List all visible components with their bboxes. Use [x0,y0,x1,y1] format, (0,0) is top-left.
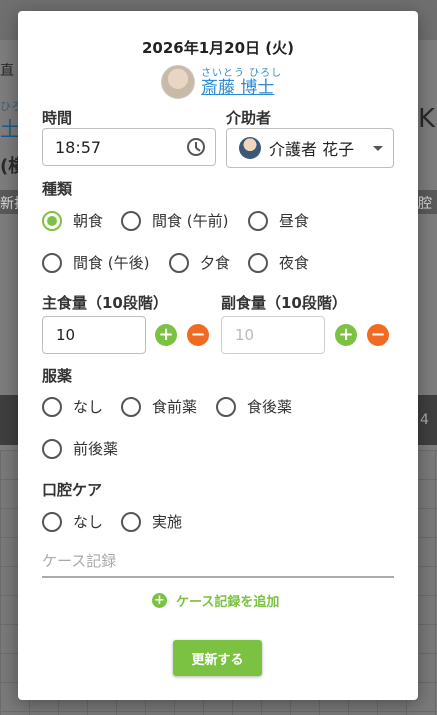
radio-icon [121,511,141,532]
oral-care-option-done[interactable]: 実施 [121,511,182,532]
time-input[interactable]: 18:57 [42,128,216,166]
add-case-record-label: ケース記録を追加 [176,595,280,610]
medication-option-label: 前後薬 [73,440,119,458]
clock-icon[interactable] [187,138,205,156]
resident-name-link[interactable]: 斎藤 博士 [201,79,282,97]
side-amount-label: 副食量（10段階） [221,294,347,312]
chevron-down-icon [373,145,383,151]
dialog-date: 2026年1月20日 (火) [142,39,294,57]
radio-icon [42,396,62,417]
background-text: 4 [420,412,429,428]
radio-icon [121,210,141,231]
meal-type-label: 種類 [42,180,73,198]
radio-icon [121,396,141,417]
side-amount-input[interactable]: 10 [221,316,325,354]
meal-type-option-label: 夜食 [279,254,310,272]
resident-avatar [161,65,195,99]
meal-type-option-label: 夕食 [200,254,231,272]
meal-type-option-lunch[interactable]: 昼食 [248,210,309,231]
meal-type-option-label: 朝食 [73,212,104,230]
radio-icon [169,252,189,273]
main-amount-input[interactable]: 10 [42,316,146,354]
main-amount-label: 主食量（10段階） [42,294,168,312]
medication-option-both[interactable]: 前後薬 [42,438,118,459]
radio-icon [42,252,62,273]
meal-type-option-pm-snack[interactable]: 間食 (午後) [42,252,149,273]
meal-type-option-label: 昼食 [279,212,310,230]
plus-circle-icon: + [152,593,167,608]
update-button[interactable]: 更新する [173,640,262,676]
resident-name-ruby: さいとう ひろし [201,67,283,79]
add-case-record-button[interactable]: + ケース記録を追加 [152,591,279,610]
side-amount-minus-button[interactable]: − [367,324,389,346]
oral-care-option-label: なし [73,513,104,531]
medication-option-before[interactable]: 食前薬 [121,396,197,417]
medication-option-label: 食後薬 [247,398,293,416]
main-amount-minus-button[interactable]: − [187,324,209,346]
resident-info: さいとう ひろし 斎藤 博士 [161,65,282,99]
oral-care-option-none[interactable]: なし [42,511,103,532]
radio-icon [248,252,268,273]
case-record-input[interactable]: ケース記録 [42,550,394,578]
time-label: 時間 [42,109,73,127]
main-amount-plus-button[interactable]: + [155,324,177,346]
medication-option-label: なし [73,398,104,416]
medication-option-after[interactable]: 食後薬 [216,396,292,417]
meal-type-option-breakfast[interactable]: 朝食 [42,210,103,231]
oral-care-label: 口腔ケア [42,481,103,499]
meal-type-option-label: 間食 (午前) [152,212,229,230]
meal-type-option-label: 間食 (午後) [73,254,150,272]
radio-icon [216,396,236,417]
helper-value: 介護者 花子 [269,140,355,159]
medication-label: 服薬 [42,367,73,385]
medication-option-label: 食前薬 [152,398,198,416]
time-value: 18:57 [55,137,102,157]
helper-label: 介助者 [226,109,272,127]
radio-icon [42,511,62,532]
meal-type-option-am-snack[interactable]: 間食 (午前) [121,210,228,231]
resident-name-block[interactable]: さいとう ひろし 斎藤 博士 [201,68,282,97]
side-amount-plus-button[interactable]: + [335,324,357,346]
helper-select[interactable]: 介護者 花子 [226,128,394,168]
meal-type-option-dinner[interactable]: 夕食 [169,252,230,273]
helper-avatar [239,137,261,159]
radio-icon [248,210,268,231]
background-text: K) [418,104,437,134]
medication-option-none[interactable]: なし [42,396,103,417]
background-text: 土 [0,117,20,141]
meal-type-option-night[interactable]: 夜食 [248,252,309,273]
background-text: 腔 [418,196,432,212]
oral-care-option-label: 実施 [152,513,183,531]
meal-record-dialog: 2026年1月20日 (火) さいとう ひろし 斎藤 博士 時間 介助者 18:… [18,11,418,700]
radio-icon [42,438,62,459]
radio-checked-icon [42,210,62,231]
